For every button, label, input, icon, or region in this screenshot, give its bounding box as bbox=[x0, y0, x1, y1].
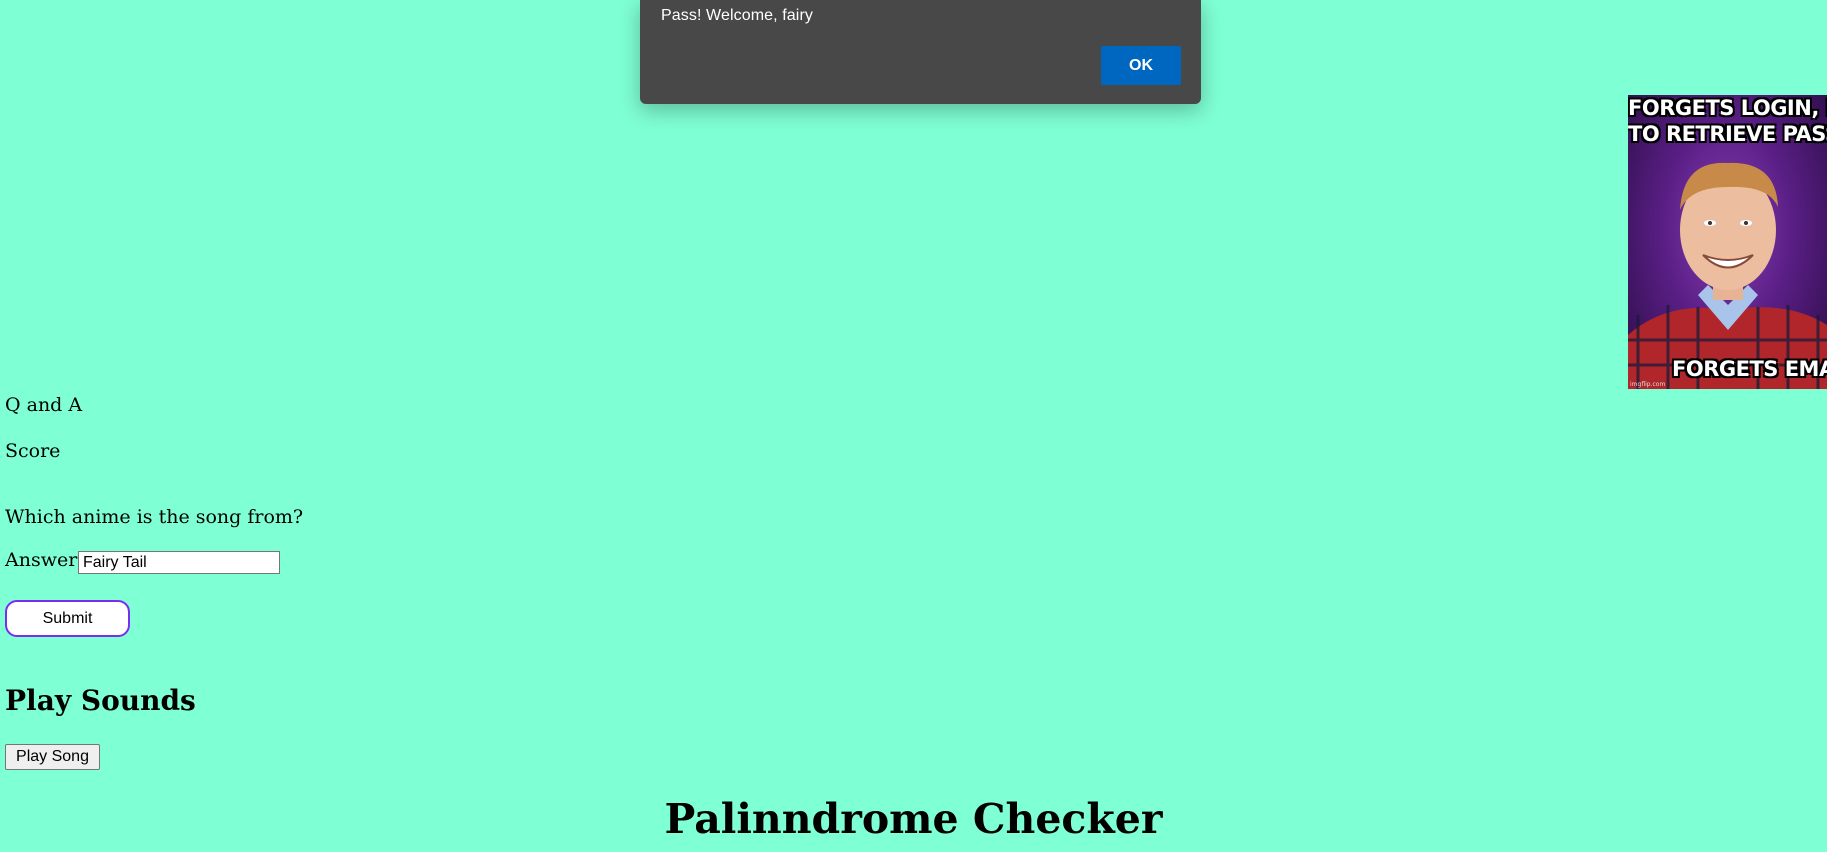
score-label: Score bbox=[5, 440, 61, 462]
alert-dialog: Pass! Welcome, fairy OK bbox=[640, 0, 1201, 104]
submit-button[interactable]: Submit bbox=[5, 600, 130, 637]
answer-label: Answer: bbox=[5, 549, 84, 571]
alert-ok-button[interactable]: OK bbox=[1101, 46, 1181, 85]
answer-input[interactable] bbox=[78, 551, 280, 574]
play-song-button[interactable]: Play Song bbox=[5, 744, 100, 770]
meme-bottom-text: FORGETS EMAIL bbox=[1672, 357, 1827, 381]
alert-message: Pass! Welcome, fairy bbox=[661, 7, 813, 24]
qa-heading: Q and A bbox=[5, 394, 83, 416]
meme-watermark: imgflip.com bbox=[1630, 381, 1666, 388]
question-text: Which anime is the song from? bbox=[5, 506, 304, 528]
meme-image: FORGETS LOGIN, HAS TO RETRIEVE PASSWORD … bbox=[1628, 95, 1827, 389]
play-sounds-heading: Play Sounds bbox=[5, 684, 196, 717]
meme-top-text: FORGETS LOGIN, HAS TO RETRIEVE PASSWORD bbox=[1628, 96, 1827, 146]
palindrome-checker-heading: Palinndrome Checker bbox=[664, 795, 1163, 843]
